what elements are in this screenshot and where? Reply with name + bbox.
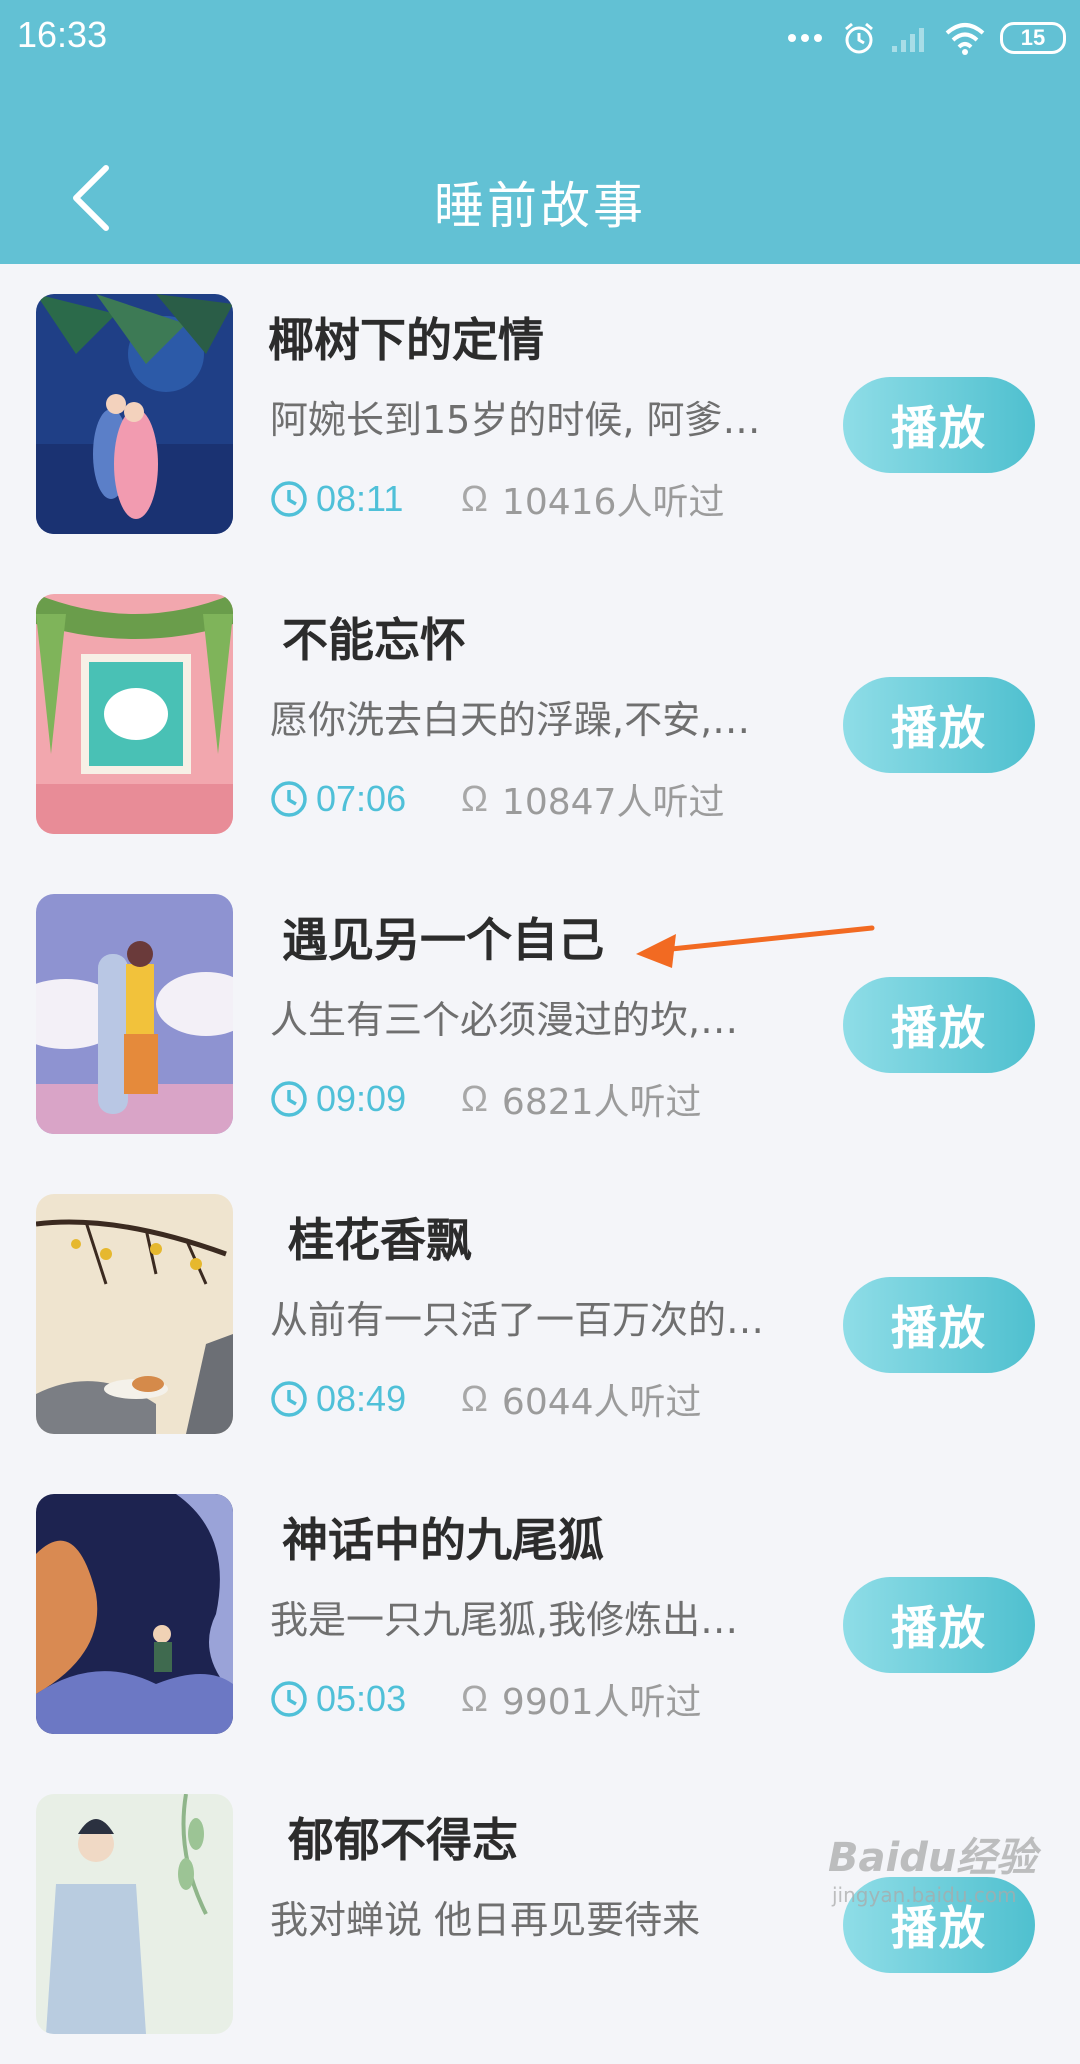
wifi-icon — [945, 23, 985, 55]
listens-icon: Ω — [461, 1678, 488, 1719]
status-time: 16:33 — [17, 14, 108, 55]
listens-icon: Ω — [461, 478, 488, 519]
story-item[interactable]: 郁郁不得志 我对蝉说 他日再见要待来 播放 — [0, 1764, 1080, 2064]
more-dots-icon — [788, 34, 822, 42]
story-meta: 08:49 Ω 6044人听过 — [270, 1376, 702, 1423]
story-description: 阿婉长到15岁的时候, 阿爹… — [270, 398, 761, 442]
story-description: 我对蝉说 他日再见要待来 — [270, 1898, 701, 1942]
listens-icon: Ω — [461, 1378, 488, 1419]
listens-icon: Ω — [461, 778, 488, 819]
story-description: 我是一只九尾狐,我修炼出… — [270, 1598, 739, 1642]
clock-icon — [271, 1381, 307, 1417]
story-title: 椰树下的定情 — [268, 313, 544, 367]
watermark-text: Baidu经验 — [828, 1835, 1037, 1881]
watermark-url: jingyan.baidu.com — [832, 1883, 1017, 1907]
story-meta: 05:03 Ω 9901人听过 — [270, 1676, 702, 1723]
story-cover-image — [36, 594, 233, 834]
app-header: 16:33 15 睡前故事 — [0, 0, 1080, 264]
watermark-logo: Baidu经验 jingyan.baidu.com — [828, 1825, 1036, 1907]
story-meta: 09:09 Ω 6821人听过 — [270, 1076, 702, 1123]
clock-icon — [271, 781, 307, 817]
status-icons: 15 — [788, 16, 1066, 60]
play-button[interactable]: 播放 — [843, 1277, 1035, 1373]
story-description: 从前有一只活了一百万次的… — [270, 1298, 765, 1342]
story-title: 遇见另一个自己 — [282, 913, 604, 967]
story-duration: 08:11 — [316, 478, 404, 519]
story-duration: 09:09 — [316, 1078, 407, 1119]
clock-icon — [271, 481, 307, 517]
annotation-arrow-icon — [636, 925, 875, 968]
story-meta: 08:11 Ω 10416人听过 — [270, 476, 725, 523]
story-title: 不能忘怀 — [282, 613, 466, 667]
story-title: 桂花香飘 — [288, 1213, 472, 1267]
story-listens: 10847人听过 — [501, 782, 725, 823]
story-cover-image — [36, 894, 233, 1134]
clock-icon — [271, 1081, 307, 1117]
story-duration: 07:06 — [316, 778, 407, 819]
story-item[interactable]: 桂花香飘 从前有一只活了一百万次的… 08:49 Ω 6044人听过 播放 — [0, 1164, 1080, 1464]
page-title: 睡前故事 — [434, 177, 646, 235]
signal-icon — [892, 28, 924, 52]
story-duration: 05:03 — [316, 1678, 407, 1719]
play-button[interactable]: 播放 — [843, 1577, 1035, 1673]
story-description: 人生有三个必须漫过的坎,… — [270, 998, 739, 1042]
story-item[interactable]: 不能忘怀 愿你洗去白天的浮躁,不安,… 07:06 Ω 10847人听过 播放 — [0, 564, 1080, 864]
battery-indicator: 15 — [1000, 22, 1066, 54]
story-item[interactable]: 神话中的九尾狐 我是一只九尾狐,我修炼出… 05:03 Ω 9901人听过 播放 — [0, 1464, 1080, 1764]
clock-icon — [271, 1681, 307, 1717]
story-item[interactable]: 遇见另一个自己 人生有三个必须漫过的坎,… 09:09 Ω 6821人听过 播放 — [0, 864, 1080, 1164]
story-title: 郁郁不得志 — [288, 1813, 518, 1867]
listens-icon: Ω — [461, 1078, 488, 1119]
story-description: 愿你洗去白天的浮躁,不安,… — [270, 698, 751, 742]
story-listens: 6044人听过 — [501, 1382, 702, 1423]
story-listens: 6821人听过 — [501, 1082, 702, 1123]
story-cover-image — [36, 1494, 233, 1734]
story-item[interactable]: 椰树下的定情 阿婉长到15岁的时候, 阿爹… 08:11 Ω 10416人听过 … — [0, 264, 1080, 564]
story-meta: 07:06 Ω 10847人听过 — [270, 776, 725, 823]
story-cover-image — [36, 294, 233, 534]
story-cover-image — [36, 1194, 233, 1434]
story-listens: 9901人听过 — [501, 1682, 702, 1723]
play-button[interactable]: 播放 — [843, 977, 1035, 1073]
story-listens: 10416人听过 — [501, 482, 725, 523]
story-title: 神话中的九尾狐 — [282, 1513, 604, 1567]
play-button[interactable]: 播放 — [843, 377, 1035, 473]
story-duration: 08:49 — [316, 1378, 407, 1419]
alarm-icon — [845, 22, 873, 54]
play-button[interactable]: 播放 — [843, 677, 1035, 773]
story-cover-image — [36, 1794, 233, 2034]
